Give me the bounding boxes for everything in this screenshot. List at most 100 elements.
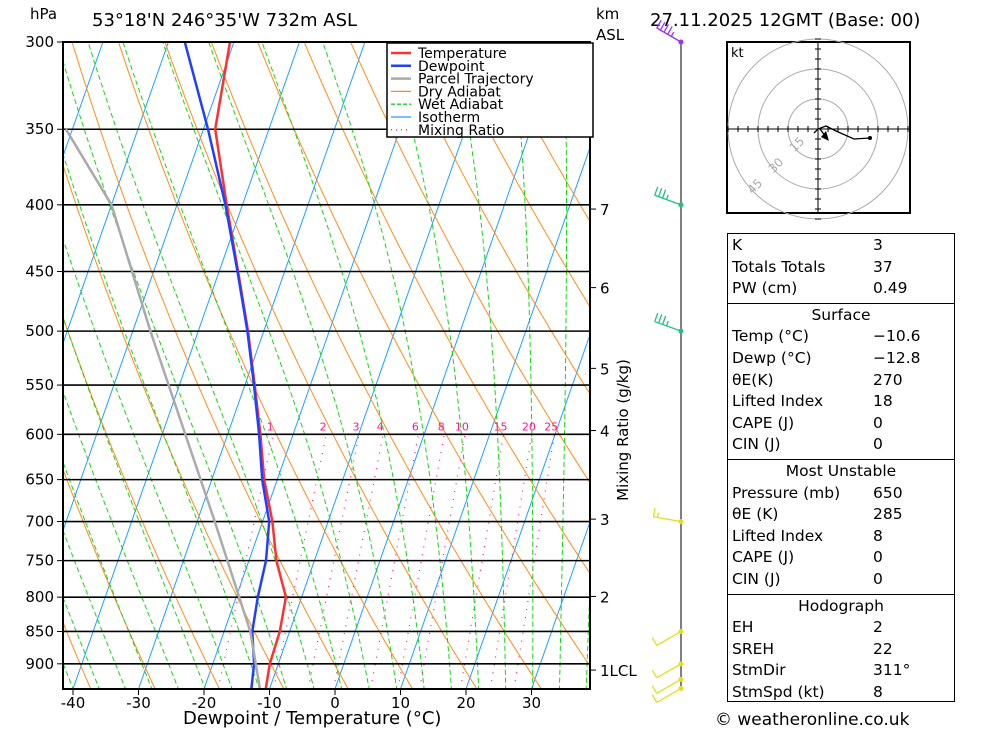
dry-adiabat-line bbox=[63, 163, 285, 689]
wind-barbs bbox=[651, 19, 684, 703]
index-value: 0.49 bbox=[873, 279, 908, 298]
index-label: PW (cm) bbox=[732, 279, 798, 298]
isotherm-line bbox=[465, 333, 590, 689]
wind-level-dot bbox=[678, 685, 684, 691]
index-row: Totals Totals 37 bbox=[728, 257, 954, 279]
wet-adiabat-line bbox=[122, 42, 343, 689]
surface-row: θE(K) 270 bbox=[728, 370, 954, 392]
index-label: K bbox=[732, 236, 743, 254]
y-tick-label: 450 bbox=[25, 262, 54, 280]
isotherm-line bbox=[269, 42, 497, 689]
wind-barb-staff bbox=[656, 663, 682, 679]
wind-barb-staff bbox=[656, 630, 682, 647]
x-tick-label: 30 bbox=[522, 694, 541, 712]
hodograph: 153045kt bbox=[726, 38, 911, 220]
surface-label: Dewp (°C) bbox=[732, 348, 812, 367]
mixing-ratio-label: 8 bbox=[438, 420, 445, 433]
y-tick-label: 300 bbox=[25, 33, 54, 51]
y-tick-label: 550 bbox=[25, 376, 54, 394]
most-unstable-row: Lifted Index 8 bbox=[728, 526, 954, 548]
surface-label: CAPE (J) bbox=[732, 413, 795, 432]
most-unstable-value: 650 bbox=[873, 483, 903, 502]
surface-label: CIN (J) bbox=[732, 435, 781, 454]
surface-title: Surface bbox=[811, 305, 871, 324]
wind-level-dot bbox=[678, 328, 684, 334]
wind-barb-flag bbox=[658, 314, 663, 324]
hodograph-indices: Hodograph EH 2 SREH 22 StmDir 311° StmSpd (kt) 8 bbox=[728, 595, 954, 707]
hodograph-row: SREH 22 bbox=[728, 639, 954, 661]
y-tick-label: 700 bbox=[25, 513, 54, 531]
indices-table: K 3 Totals Totals 37 PW (cm) 0.49 Surface Temp… bbox=[727, 233, 955, 702]
isotherm-line bbox=[72, 42, 300, 689]
mixing-ratio-line bbox=[419, 434, 466, 689]
wind-barb-half bbox=[656, 512, 660, 518]
hodograph-label: SREH bbox=[732, 639, 775, 658]
wind-barb-flag bbox=[661, 189, 667, 199]
skewt-chart-page: hPa 53°18'N 246°35'W 732m ASL km ASL 27.… bbox=[0, 0, 1000, 733]
most-unstable-row: θE (K) 285 bbox=[728, 504, 954, 526]
wind-barb-flag bbox=[652, 507, 656, 517]
wind-barb-flag bbox=[654, 312, 659, 322]
wind-barb-flag bbox=[651, 685, 658, 694]
dry-adiabat-line bbox=[0, 42, 26, 689]
hodograph-row: EH 2 bbox=[728, 617, 954, 639]
most-unstable-value: 285 bbox=[873, 505, 903, 524]
most-unstable-value: 8 bbox=[873, 526, 883, 545]
index-row: PW (cm) 0.49 bbox=[728, 278, 954, 300]
most-unstable-label: θE (K) bbox=[732, 505, 779, 524]
surface-value: 0 bbox=[873, 413, 883, 432]
y-tick-label: 900 bbox=[25, 655, 54, 673]
wet-adiabat-line bbox=[162, 42, 370, 689]
wind-barb-flag bbox=[659, 21, 666, 31]
y-tick-label: 500 bbox=[25, 322, 54, 340]
legend: TemperatureDewpointParcel TrajectoryDry … bbox=[386, 42, 594, 139]
mixing-ratio-label: 3 bbox=[352, 420, 359, 433]
copyright: © weatheronline.co.uk bbox=[715, 710, 910, 730]
y-tick-label: 750 bbox=[25, 552, 54, 570]
mixing-ratio-axis-label: Mixing Ratio (g/kg) bbox=[614, 359, 632, 501]
mixing-ratio-label: 10 bbox=[455, 420, 469, 433]
most-unstable-label: Pressure (mb) bbox=[732, 483, 841, 502]
hodograph-value: 8 bbox=[873, 682, 883, 701]
surface-row: CIN (J) 0 bbox=[728, 434, 954, 456]
wind-barb-half bbox=[665, 194, 669, 200]
wet-adiabat-line bbox=[261, 42, 425, 689]
wet-adiabat-line bbox=[512, 42, 534, 689]
wind-barb-half bbox=[670, 31, 675, 37]
dry-adiabat-line bbox=[210, 42, 542, 689]
dry-adiabat-line bbox=[257, 42, 590, 667]
km-tick-label: 2 bbox=[600, 588, 610, 606]
index-value: 3 bbox=[873, 236, 883, 254]
mixing-ratio-line bbox=[273, 434, 327, 689]
mixing-ratio-label: 2 bbox=[320, 420, 327, 433]
surface-row: Lifted Index 18 bbox=[728, 391, 954, 413]
most-unstable-title: Most Unstable bbox=[785, 461, 897, 480]
wind-barb-flag bbox=[651, 694, 658, 703]
hodograph-label: StmSpd (kt) bbox=[732, 682, 825, 701]
mixing-ratio-label: 15 bbox=[494, 420, 508, 433]
hodograph-label: StmDir bbox=[732, 661, 786, 680]
x-tick-label: -40 bbox=[61, 694, 86, 712]
general-indices: K 3 Totals Totals 37 PW (cm) 0.49 bbox=[728, 234, 954, 304]
y-tick-label: 400 bbox=[25, 196, 54, 214]
index-value: 37 bbox=[873, 257, 893, 276]
most-unstable-value: 0 bbox=[873, 569, 883, 588]
km-tick-label: 6 bbox=[600, 280, 610, 298]
x-axis-label: Dewpoint / Temperature (°C) bbox=[183, 708, 442, 729]
wind-barb-flag bbox=[667, 26, 673, 35]
hodograph-row: StmSpd (kt) 8 bbox=[728, 682, 954, 704]
wind-level-dot bbox=[678, 676, 684, 682]
mixing-ratio-line bbox=[307, 434, 360, 689]
most-unstable-label: CAPE (J) bbox=[732, 548, 795, 567]
surface-value: 270 bbox=[873, 370, 903, 389]
surface-label: Lifted Index bbox=[732, 392, 824, 411]
mixing-ratio-label: 25 bbox=[544, 420, 558, 433]
most-unstable-value: 0 bbox=[873, 548, 883, 567]
y-tick-label: 850 bbox=[25, 622, 54, 640]
hodograph-value: 2 bbox=[873, 618, 883, 637]
index-row: K3 bbox=[728, 235, 954, 257]
hodograph-value: 311° bbox=[873, 661, 911, 680]
dry-adiabat-line bbox=[63, 468, 156, 689]
km-tick-label: 7 bbox=[600, 201, 610, 219]
mixing-ratio-line bbox=[513, 434, 555, 689]
